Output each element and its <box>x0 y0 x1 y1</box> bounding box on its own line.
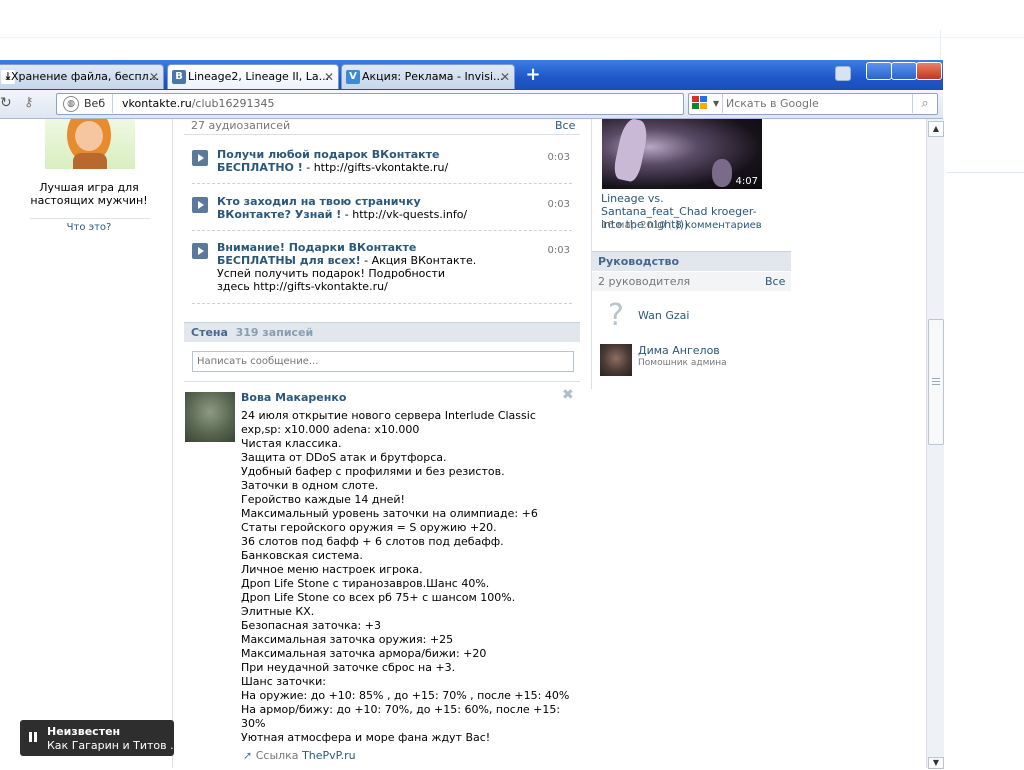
close-tab-icon[interactable]: ✕ <box>149 65 159 89</box>
post-link[interactable]: ➚ Ссылка ThePvP.ru <box>243 749 356 762</box>
url-path: /club16291345 <box>191 97 275 110</box>
video-duration: 4:07 <box>735 176 758 187</box>
audio-item[interactable]: Кто заходил на твою страничку ВКонтакте?… <box>192 195 572 231</box>
player-track: Как Гагарин и Титов ... <box>47 739 181 752</box>
avatar[interactable] <box>185 392 235 442</box>
leader-name[interactable]: Wan Gzai <box>638 309 689 322</box>
column-divider <box>172 119 173 768</box>
globe-icon: ◍ <box>63 96 79 112</box>
audio-all-link[interactable]: Все <box>555 119 575 132</box>
scroll-down-icon[interactable]: ▼ <box>928 757 944 769</box>
divider <box>30 218 150 219</box>
ad-image[interactable] <box>45 119 135 169</box>
vertical-scrollbar[interactable]: ▲ ▼ <box>926 119 944 769</box>
leader-role: Помошник админа <box>638 358 727 368</box>
audio-count: 27 аудиозаписей <box>191 119 291 132</box>
audio-item[interactable]: Внимание! Подарки ВКонтакте БЕСПЛАТНЫ дл… <box>192 241 572 304</box>
pause-icon[interactable] <box>29 732 32 742</box>
audio-desc: - http://gifts-vkontakte.ru/ <box>302 161 449 174</box>
search-separator <box>722 94 723 113</box>
browser-tab-bar: ⤓ Хранение файла, беспл... ✕ B Lineage2,… <box>0 60 943 90</box>
avatar[interactable] <box>600 344 632 376</box>
leader-name[interactable]: Дима Ангелов <box>638 344 720 357</box>
google-icon[interactable] <box>692 96 708 110</box>
search-input[interactable] <box>726 95 906 111</box>
key-icon[interactable]: ⚷ <box>24 96 46 110</box>
tab-file-storage[interactable]: ⤓ Хранение файла, беспл... ✕ <box>0 64 164 89</box>
wall-header[interactable]: Стена 319 записей <box>184 322 580 342</box>
audio-duration: 0:03 <box>547 152 570 163</box>
web-label[interactable]: Веб <box>84 97 105 110</box>
video-meta: 16 мар 2010 | 8 комментариев <box>601 220 762 231</box>
link-arrow-icon: ➚ <box>243 749 253 762</box>
close-tab-icon[interactable]: ✕ <box>500 65 510 89</box>
scroll-thumb[interactable] <box>928 319 944 445</box>
address-separator <box>112 94 113 113</box>
what-is-this-link[interactable]: Что это? <box>30 222 148 233</box>
wall-count: 319 записей <box>235 326 314 339</box>
audio-duration: 0:03 <box>547 199 570 210</box>
search-icon[interactable]: ⌕ <box>912 94 937 113</box>
audio-item[interactable]: Получи любой подарок ВКонтакте БЕСПЛАТНО… <box>192 148 572 184</box>
reload-icon[interactable]: ↻ <box>0 96 12 110</box>
audio-player[interactable]: Неизвестен Как Гагарин и Титов ... <box>20 720 181 756</box>
no-avatar-icon[interactable]: ? <box>600 300 632 332</box>
new-tab-button[interactable]: + <box>523 65 543 85</box>
video-date: 16 мар 2010 <box>601 220 666 231</box>
tab-promo[interactable]: V Акция: Реклама - Invisi... ✕ <box>341 64 515 89</box>
player-artist: Неизвестен <box>47 725 121 738</box>
close-window-button[interactable] <box>916 62 942 80</box>
post-text: 24 июля открытие нового сервера Interlud… <box>241 409 570 744</box>
leaders-header[interactable]: Руководство <box>592 251 791 271</box>
background-window-edge <box>946 172 1024 173</box>
background-window-edge <box>0 37 1024 38</box>
chevron-down-icon[interactable]: ▼ <box>713 99 719 108</box>
play-icon[interactable] <box>192 150 208 166</box>
audio-duration: 0:03 <box>547 245 570 256</box>
maximize-button[interactable] <box>891 62 917 80</box>
audio-desc: - http://vk-quests.info/ <box>341 208 468 221</box>
tab-list-icon[interactable] <box>835 66 851 81</box>
tab-lineage2[interactable]: B Lineage2, Lineage II, La... ✕ <box>167 64 339 89</box>
url-host: vkontakte.ru <box>122 97 192 110</box>
play-icon[interactable] <box>192 243 208 259</box>
divider <box>184 134 580 135</box>
video-comments-link[interactable]: 8 комментариев <box>675 220 761 231</box>
video-thumbnail[interactable]: 4:07 <box>602 119 762 189</box>
post-author[interactable]: Вова Макаренко <box>241 391 346 404</box>
close-icon[interactable]: ✖ <box>562 387 574 403</box>
wall-title: Стена <box>191 326 228 339</box>
url-text[interactable]: vkontakte.ru/club16291345 <box>122 97 274 110</box>
leaders-count: 2 руководителя <box>598 275 691 288</box>
v-favicon-icon: V <box>346 70 360 84</box>
vk-favicon-icon: B <box>172 70 186 84</box>
page-content: Лучшая игра для настоящих мужчин! Что эт… <box>0 119 926 768</box>
background-window-edge <box>940 30 1024 770</box>
minimize-button[interactable] <box>866 62 892 80</box>
close-tab-icon[interactable]: ✕ <box>324 65 334 89</box>
ad-caption[interactable]: Лучшая игра для настоящих мужчин! <box>30 181 148 207</box>
play-icon[interactable] <box>192 197 208 213</box>
wall-message-input[interactable] <box>192 351 574 372</box>
divider <box>184 381 580 382</box>
leaders-all-link[interactable]: Все <box>765 275 785 288</box>
scroll-up-icon[interactable]: ▲ <box>928 121 944 137</box>
